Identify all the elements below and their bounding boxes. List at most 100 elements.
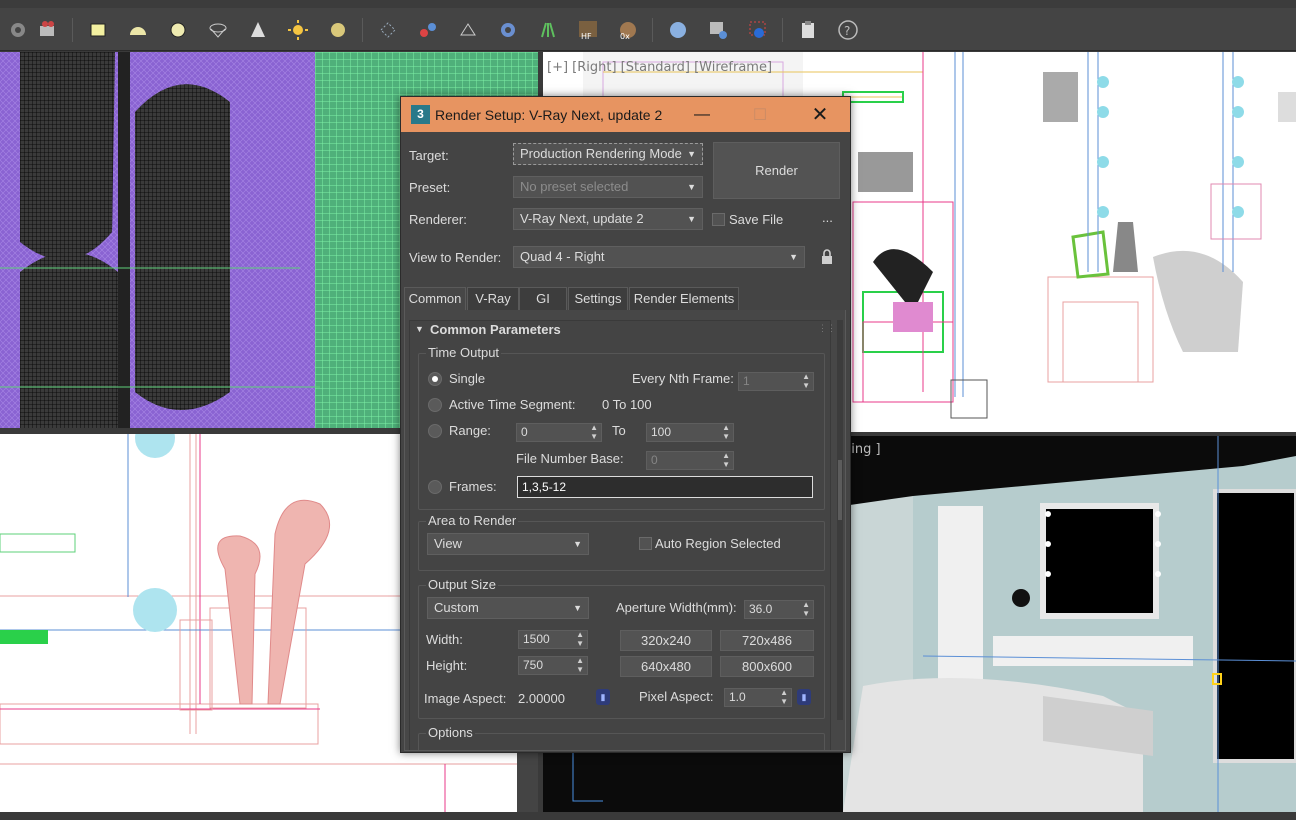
range-from-spinner[interactable]: 0 ▲ ▼ <box>516 423 602 442</box>
plane-light-icon[interactable] <box>86 18 110 42</box>
pixel-aspect-lock-icon[interactable]: ▮ <box>797 689 811 705</box>
clipper-icon[interactable]: 0x <box>616 18 640 42</box>
viewport-label-right[interactable]: [+] [Right] [Standard] [Wireframe] <box>547 60 772 75</box>
spinner-arrows-icon[interactable]: ▲ ▼ <box>722 423 730 441</box>
sphere-light-icon[interactable] <box>166 18 190 42</box>
preset-value: No preset selected <box>520 179 629 194</box>
tab-vray[interactable]: V-Ray <box>467 287 519 311</box>
fur-icon[interactable] <box>536 18 560 42</box>
hf-decal-icon[interactable]: HF <box>576 18 600 42</box>
spinner-arrows-icon[interactable]: ▲ ▼ <box>576 630 584 648</box>
frames-label: Frames: <box>449 479 497 494</box>
image-aspect-lock-icon[interactable]: ▮ <box>596 689 610 705</box>
target-label: Target: <box>409 148 449 163</box>
preset-label: Preset: <box>409 180 451 195</box>
spinner-arrows-icon[interactable]: ▲ ▼ <box>722 451 730 469</box>
minimize-icon[interactable]: — <box>673 97 731 132</box>
width-label: Width: <box>426 632 463 647</box>
every-nth-frame-spinner[interactable]: 1 ▲ ▼ <box>738 372 814 391</box>
range-radio[interactable] <box>428 424 442 438</box>
preset-640x480-button[interactable]: 640x480 <box>620 656 712 677</box>
spinner-arrows-icon[interactable]: ▲ ▼ <box>802 600 810 618</box>
main-toolbar: HF 0x ? <box>0 0 1296 51</box>
render-setup-dialog: 3 Render Setup: V-Ray Next, update 2 — ☐… <box>400 96 851 753</box>
svg-text:HF: HF <box>581 32 592 41</box>
spinner-arrows-icon[interactable]: ▲ ▼ <box>802 372 810 390</box>
tab-gi[interactable]: GI <box>519 287 567 311</box>
height-spinner[interactable]: 750 ▲ ▼ <box>518 656 588 675</box>
save-file-label: Save File <box>729 212 784 227</box>
sun-light-icon[interactable] <box>286 18 310 42</box>
scrollbar-thumb[interactable] <box>838 460 842 520</box>
rollout-collapse-icon[interactable]: ▼ <box>415 324 424 334</box>
target-dropdown[interactable]: Production Rendering Mode ▼ <box>513 143 703 165</box>
proxy-icon[interactable] <box>376 18 400 42</box>
panel-scrollbar[interactable] <box>837 320 843 720</box>
render-region-icon[interactable] <box>746 18 770 42</box>
spinner-arrows-icon[interactable]: ▲ ▼ <box>780 688 788 706</box>
preset-320x240-button[interactable]: 320x240 <box>620 630 712 651</box>
preset-dropdown[interactable]: No preset selected ▼ <box>513 176 703 198</box>
chevron-down-icon: ▼ <box>687 149 696 159</box>
auto-region-checkbox[interactable] <box>639 537 652 550</box>
output-size-title: Output Size <box>426 577 498 592</box>
toolbar-separator <box>782 18 783 42</box>
pixel-aspect-spinner[interactable]: 1.0 ▲ ▼ <box>724 688 792 707</box>
aperture-width-spinner[interactable]: 36.0 ▲ ▼ <box>744 600 814 619</box>
ies-light-icon[interactable] <box>206 18 230 42</box>
toolbar-top-strip <box>0 0 1296 8</box>
view-to-render-value: Quad 4 - Right <box>520 249 605 264</box>
rollout-title[interactable]: Common Parameters <box>430 322 561 337</box>
dome-light-icon[interactable] <box>126 18 150 42</box>
dialog-title-bar[interactable]: 3 Render Setup: V-Ray Next, update 2 — ☐… <box>401 97 850 132</box>
single-label: Single <box>449 371 486 386</box>
renderer-dropdown[interactable]: V-Ray Next, update 2 ▼ <box>513 208 703 230</box>
app-3dsmax-icon: 3 <box>411 105 430 124</box>
lock-view-icon[interactable] <box>820 248 834 266</box>
save-file-checkbox[interactable] <box>712 213 725 226</box>
preset-720x486-button[interactable]: 720x486 <box>720 630 814 651</box>
clipboard-icon[interactable] <box>796 18 820 42</box>
rollout-grip-icon: ⋮⋮ <box>818 323 836 333</box>
render-button[interactable]: Render <box>713 142 840 199</box>
maximize-icon: ☐ <box>752 106 768 124</box>
preset-800x600-button[interactable]: 800x600 <box>720 656 814 677</box>
area-to-render-title: Area to Render <box>426 513 519 528</box>
file-number-base-spinner[interactable]: 0 ▲ ▼ <box>646 451 734 470</box>
render-frame-icon[interactable] <box>6 18 30 42</box>
view-to-render-dropdown[interactable]: Quad 4 - Right ▼ <box>513 246 805 268</box>
close-icon[interactable]: ✕ <box>791 97 849 132</box>
aperture-width-label: Aperture Width(mm): <box>616 600 737 615</box>
cone-light-icon[interactable] <box>246 18 270 42</box>
pixel-aspect-label: Pixel Aspect: <box>639 689 714 704</box>
gear-icon[interactable] <box>496 18 520 42</box>
spinner-arrows-icon[interactable]: ▲ ▼ <box>576 656 584 674</box>
frames-radio[interactable] <box>428 480 442 494</box>
more-options-button[interactable]: ... <box>822 210 833 225</box>
tab-render-elements[interactable]: Render Elements <box>629 287 739 311</box>
toolbar-separator <box>652 18 653 42</box>
camera-icon[interactable] <box>36 18 60 42</box>
range-to-spinner[interactable]: 100 ▲ ▼ <box>646 423 734 442</box>
pixel-aspect-value: 1.0 <box>729 690 746 704</box>
area-to-render-dropdown[interactable]: View ▼ <box>427 533 589 555</box>
tab-common[interactable]: Common <box>404 287 466 311</box>
single-radio[interactable] <box>428 372 442 386</box>
help-icon[interactable]: ? <box>836 18 860 42</box>
output-size-preset-value: Custom <box>434 600 479 615</box>
active-time-segment-radio[interactable] <box>428 398 442 412</box>
width-spinner[interactable]: 1500 ▲ ▼ <box>518 630 588 649</box>
frames-input[interactable]: 1,3,5-12 <box>517 476 813 498</box>
plane-object-icon[interactable] <box>456 18 480 42</box>
molecule-icon[interactable] <box>416 18 440 42</box>
spinner-arrows-icon[interactable]: ▲ ▼ <box>590 423 598 441</box>
aperture-width-value: 36.0 <box>749 602 773 616</box>
frame-buffer-icon[interactable] <box>706 18 730 42</box>
tab-settings[interactable]: Settings <box>568 287 628 311</box>
file-number-base-value: 0 <box>651 453 658 467</box>
output-size-preset-dropdown[interactable]: Custom ▼ <box>427 597 589 619</box>
area-to-render-value: View <box>434 536 462 551</box>
material-sphere-icon[interactable] <box>666 18 690 42</box>
mesh-light-icon[interactable] <box>326 18 350 42</box>
chevron-down-icon: ▼ <box>687 214 696 224</box>
